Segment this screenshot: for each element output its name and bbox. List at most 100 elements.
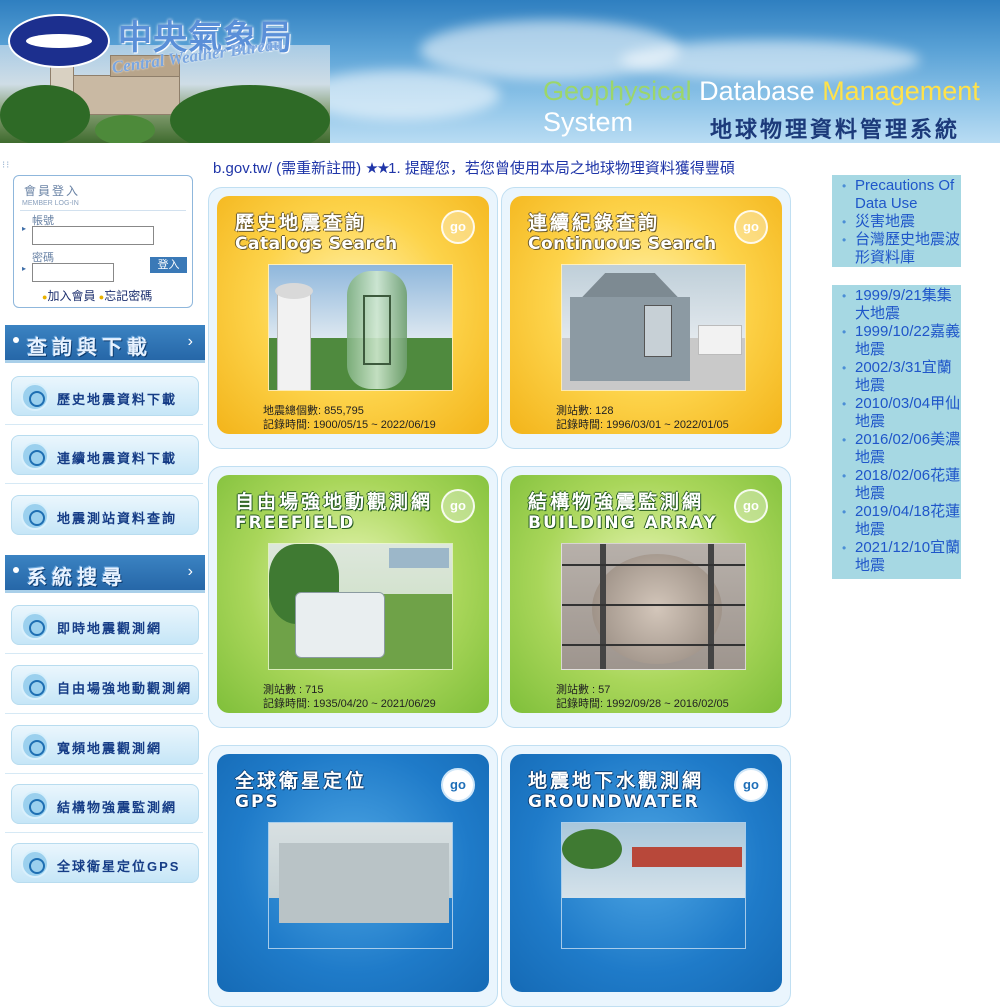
system-title-cn: 地球物理資料管理系統 (710, 118, 961, 143)
groundwater-station-photo (561, 822, 746, 949)
site-header: 中央氣象局 Central Weather Bureau Geophysical… (0, 0, 1000, 143)
marquee-text: 1. 提醒您，若您曾使用本局之地球物理資料獲得豐碩 (388, 160, 735, 177)
dots-decoration: ⁝⁝ (2, 160, 11, 171)
card-title-cn: 連續紀錄查詢 (528, 212, 661, 234)
title-word-database: Database (691, 76, 823, 106)
card-title-en: BUILDING ARRAY (528, 513, 718, 533)
menu-label: 歷史地震資料下載 (57, 392, 178, 407)
major-earthquakes-panel: 1999/9/21集集大地震 1999/10/22嘉義地震 2002/3/31宜… (832, 285, 961, 579)
password-input[interactable] (32, 263, 114, 282)
lightning-icon (21, 732, 49, 760)
announcement-marquee[interactable]: b.gov.tw/ (需重新註冊) ★★1. 提醒您，若您曾使用本局之地球物理資… (213, 157, 775, 177)
card-title-cn: 自由場強地動觀測網 (235, 491, 434, 513)
cloud-decoration (300, 70, 500, 120)
card-freefield[interactable]: 自由場強地動觀測網 FREEFIELD go 測站數 : 715 記錄時間: 1… (208, 466, 498, 728)
card-title-cn: 結構物強震監測網 (528, 491, 705, 513)
stat-record-period: 記錄時間: 1900/05/15 ~ 2022/06/19 (263, 419, 436, 431)
link-historical-waveform-db[interactable]: 台灣歷史地震波形資料庫 (832, 231, 961, 267)
link-earthquake-event[interactable]: 1999/10/22嘉義地震 (832, 323, 961, 359)
section-header-query-download[interactable]: 查詢與下載 › (5, 325, 205, 363)
link-earthquake-event[interactable]: 2018/02/06花蓮地震 (832, 467, 961, 503)
chevron-right-icon: › (187, 563, 193, 580)
star-icon: ★★ (365, 160, 390, 177)
link-earthquake-event[interactable]: 2010/03/04甲仙地震 (832, 395, 961, 431)
marquee-prefix: b.gov.tw/ (需重新註冊) (213, 160, 366, 177)
menu-label: 地震測站資料查詢 (57, 511, 178, 526)
card-catalogs-search[interactable]: 歷史地震查詢 Catalogs Search go 地震總個數: 855,795… (208, 187, 498, 449)
menu-label: 連續地震資料下載 (57, 451, 178, 466)
menu-label: 寬頻地震觀測網 (57, 741, 163, 756)
title-word-management: Management (822, 76, 980, 106)
register-link[interactable]: 加入會員 (47, 289, 95, 303)
link-earthquake-event[interactable]: 1999/9/21集集大地震 (832, 287, 961, 323)
menu-broadband-network[interactable]: 寬頻地震觀測網 (5, 718, 203, 772)
link-earthquake-event[interactable]: 2016/02/06美濃地震 (832, 431, 961, 467)
quick-links-panel: Precautions Of Data Use 災害地震 台灣歷史地震波形資料庫 (832, 175, 961, 267)
card-groundwater[interactable]: 地震地下水觀測網 GROUNDWATER go (501, 745, 791, 1007)
arrow-icon: ▸ (22, 224, 27, 233)
link-precautions[interactable]: Precautions Of Data Use (832, 177, 961, 213)
arrow-icon: ▸ (22, 264, 27, 273)
title-word-system: System (543, 107, 634, 137)
go-button[interactable]: go (441, 489, 475, 523)
go-button[interactable]: go (441, 210, 475, 244)
target-icon (21, 612, 49, 640)
station-icon (21, 502, 49, 530)
go-button[interactable]: go (734, 210, 768, 244)
menu-structure-array[interactable]: 結構物強震監測網 (5, 777, 203, 831)
link-earthquake-event[interactable]: 2021/12/10宜蘭地震 (832, 539, 961, 575)
cloud-decoration (620, 40, 920, 80)
card-title-cn: 全球衛星定位 (235, 770, 368, 792)
go-button[interactable]: go (441, 768, 475, 802)
refresh-icon (21, 442, 49, 470)
stat-record-period: 記錄時間: 1992/09/28 ~ 2016/02/05 (556, 698, 729, 710)
stat-record-period: 記錄時間: 1935/04/20 ~ 2021/06/29 (263, 698, 436, 710)
login-button[interactable]: 登入 (150, 257, 187, 273)
link-earthquake-event[interactable]: 2002/3/31宜蘭地震 (832, 359, 961, 395)
menu-label: 結構物強震監測網 (57, 800, 178, 815)
go-button[interactable]: go (734, 768, 768, 802)
login-box: 會員登入 MEMBER LOG-IN ▸ 帳號 ▸ 密碼 登入 ●加入會員 ●忘… (13, 175, 193, 308)
cwb-logo-icon[interactable] (8, 14, 110, 68)
section-label: 系統搜尋 (27, 565, 127, 589)
gear-icon (21, 791, 49, 819)
menu-label: 即時地震觀測網 (57, 621, 163, 636)
section-label: 查詢與下載 (27, 335, 152, 359)
go-button[interactable]: go (734, 489, 768, 523)
chevron-right-icon: › (187, 333, 193, 350)
menu-label: 全球衛星定位GPS (57, 859, 181, 874)
freefield-box-photo (268, 543, 453, 670)
link-earthquake-event[interactable]: 2019/04/18花蓮地震 (832, 503, 961, 539)
gps-station-photo (268, 822, 453, 949)
card-title-en: GROUNDWATER (528, 792, 700, 812)
wheel-icon (21, 383, 49, 411)
bullet-icon (13, 337, 19, 343)
section-header-system-search[interactable]: 系統搜尋 › (5, 555, 205, 593)
login-subtitle: MEMBER LOG-IN (22, 200, 79, 207)
forgot-password-link[interactable]: 忘記密碼 (104, 289, 152, 303)
bullet-icon (13, 567, 19, 573)
menu-label: 自由場強地動觀測網 (57, 681, 193, 696)
menu-history-earthquake-download[interactable]: 歷史地震資料下載 (5, 369, 203, 423)
stat-record-period: 記錄時間: 1996/03/01 ~ 2022/01/05 (556, 419, 729, 431)
card-building-array[interactable]: 結構物強震監測網 BUILDING ARRAY go 測站數 : 57 記錄時間… (501, 466, 791, 728)
card-title-en: FREEFIELD (235, 513, 356, 533)
menu-continuous-download[interactable]: 連續地震資料下載 (5, 428, 203, 482)
menu-realtime-network[interactable]: 即時地震觀測網 (5, 598, 203, 652)
station-hut-photo (561, 264, 746, 391)
card-continuous-search[interactable]: 連續紀錄查詢 Continuous Search go 測站數: 128 記錄時… (501, 187, 791, 449)
menu-station-query[interactable]: 地震測站資料查詢 (5, 488, 203, 542)
account-input[interactable] (32, 226, 154, 245)
card-title-en: Catalogs Search (235, 234, 398, 254)
menu-freefield-network[interactable]: 自由場強地動觀測網 (5, 658, 203, 712)
link-disaster-earthquakes[interactable]: 災害地震 (832, 213, 961, 231)
card-gps[interactable]: 全球衛星定位 GPS go (208, 745, 498, 1007)
satellite-icon (21, 850, 49, 878)
card-title-cn: 地震地下水觀測網 (528, 770, 705, 792)
card-title-cn: 歷史地震查詢 (235, 212, 368, 234)
card-title-en: GPS (235, 792, 280, 812)
building-array-photo (561, 543, 746, 670)
card-title-en: Continuous Search (528, 234, 717, 254)
login-title: 會員登入 (24, 184, 81, 198)
menu-gps[interactable]: 全球衛星定位GPS (5, 836, 203, 890)
